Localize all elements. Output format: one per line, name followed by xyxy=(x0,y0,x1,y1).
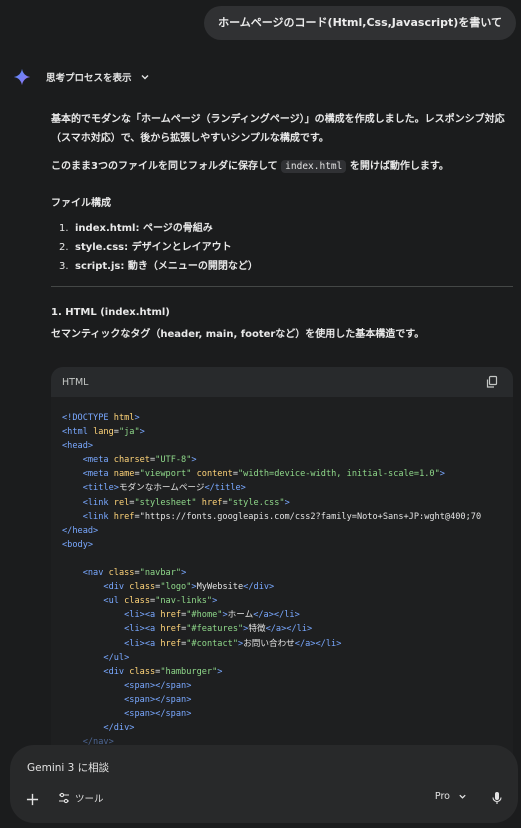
list-item: 1. index.html: ページの骨組み xyxy=(59,223,213,234)
inline-code-filename: index.html xyxy=(281,160,347,173)
code-line: <div class="hamburger"> xyxy=(103,666,223,677)
model-selector[interactable]: Pro xyxy=(435,791,467,802)
prompt-input[interactable]: Gemini 3 に相談 xyxy=(27,760,109,775)
code-line: </div> xyxy=(103,723,135,734)
code-line: <meta name="viewport" content="width=dev… xyxy=(82,469,445,480)
code-block: HTML <!DOCTYPE html> <html lang="ja"> <hea… xyxy=(51,367,513,767)
code-line: <div class="logo">MyWebsite</div> xyxy=(103,582,275,593)
section-heading-html: 1. HTML (index.html) xyxy=(51,307,170,318)
save-instruction: このまま3つのファイルを同じフォルダに保存して index.html を開けば動… xyxy=(51,160,449,173)
code-line: <nav class="navbar"> xyxy=(82,568,187,579)
code-line: <link href="https://fonts.googleapis.com… xyxy=(82,511,482,522)
code-line: <span></span> xyxy=(124,680,192,691)
user-message-bubble: ホームページのコード(Html,Css,Javascript)を書いて xyxy=(204,6,516,40)
code-block-header: HTML xyxy=(51,367,513,397)
gemini-spark-icon xyxy=(13,68,31,86)
code-line: <html lang="ja"> xyxy=(62,427,145,438)
code-line: <ul class="nav-links"> xyxy=(103,596,218,607)
code-line: <span></span> xyxy=(124,694,192,705)
intro-paragraph: 基本的でモダンな「ホームページ（ランディングページ）」の構成を作成しました。レス… xyxy=(51,114,505,144)
chevron-down-icon xyxy=(141,75,149,80)
code-line: <head> xyxy=(62,441,94,452)
model-label: Pro xyxy=(434,791,450,802)
code-line: <li><a href="#features">特徴</a></li> xyxy=(124,624,313,635)
code-line: <meta charset="UTF-8"> xyxy=(82,455,197,466)
code-line: ​ xyxy=(62,552,502,566)
chevron-down-icon xyxy=(459,794,466,799)
code-line: </head> xyxy=(62,525,99,536)
code-line: <li><a href="#contact">お問い合わせ</a></li> xyxy=(124,638,342,649)
code-content: <!DOCTYPE html> <html lang="ja"> <head> <m… xyxy=(51,397,513,767)
code-line: <li><a href="#home">ホーム</a></li> xyxy=(124,610,300,621)
file-list: 1. index.html: ページの骨組み 2. style.css: デザインと… xyxy=(51,219,513,276)
code-line: <link rel="stylesheet" href="style.css"> xyxy=(82,497,290,508)
plus-icon[interactable] xyxy=(26,793,39,806)
assistant-answer: 基本的でモダンな「ホームページ（ランディングページ）」の構成を作成しました。レス… xyxy=(51,110,513,344)
list-item: 2. style.css: デザインとレイアウト xyxy=(59,242,232,253)
section-description: セマンティックなタグ（header, main, footerなど）を使用した基… xyxy=(51,329,425,340)
divider xyxy=(51,286,513,287)
code-line: <span></span> xyxy=(124,708,192,719)
show-thinking-toggle[interactable]: 思考プロセスを表示 xyxy=(13,66,150,88)
list-item: 3. script.js: 動き（メニューの開閉など） xyxy=(59,261,258,272)
copy-icon[interactable] xyxy=(485,375,499,389)
files-heading: ファイル構成 xyxy=(51,198,111,209)
show-thinking-label: 思考プロセスを表示 xyxy=(46,73,132,84)
code-line: <!DOCTYPE html> xyxy=(62,413,140,423)
code-language-label: HTML xyxy=(62,376,89,388)
mic-icon[interactable] xyxy=(491,791,503,805)
code-line: </ul> xyxy=(103,652,130,663)
tools-icon xyxy=(59,792,69,804)
tools-label: ツール xyxy=(75,794,104,805)
code-line: <body> xyxy=(62,539,94,550)
prompt-composer[interactable]: Gemini 3 に相談 ツール Pro xyxy=(10,745,518,823)
tools-button[interactable]: ツール xyxy=(58,791,104,805)
code-line: <title>モダンなホームページ</title> xyxy=(82,483,246,494)
